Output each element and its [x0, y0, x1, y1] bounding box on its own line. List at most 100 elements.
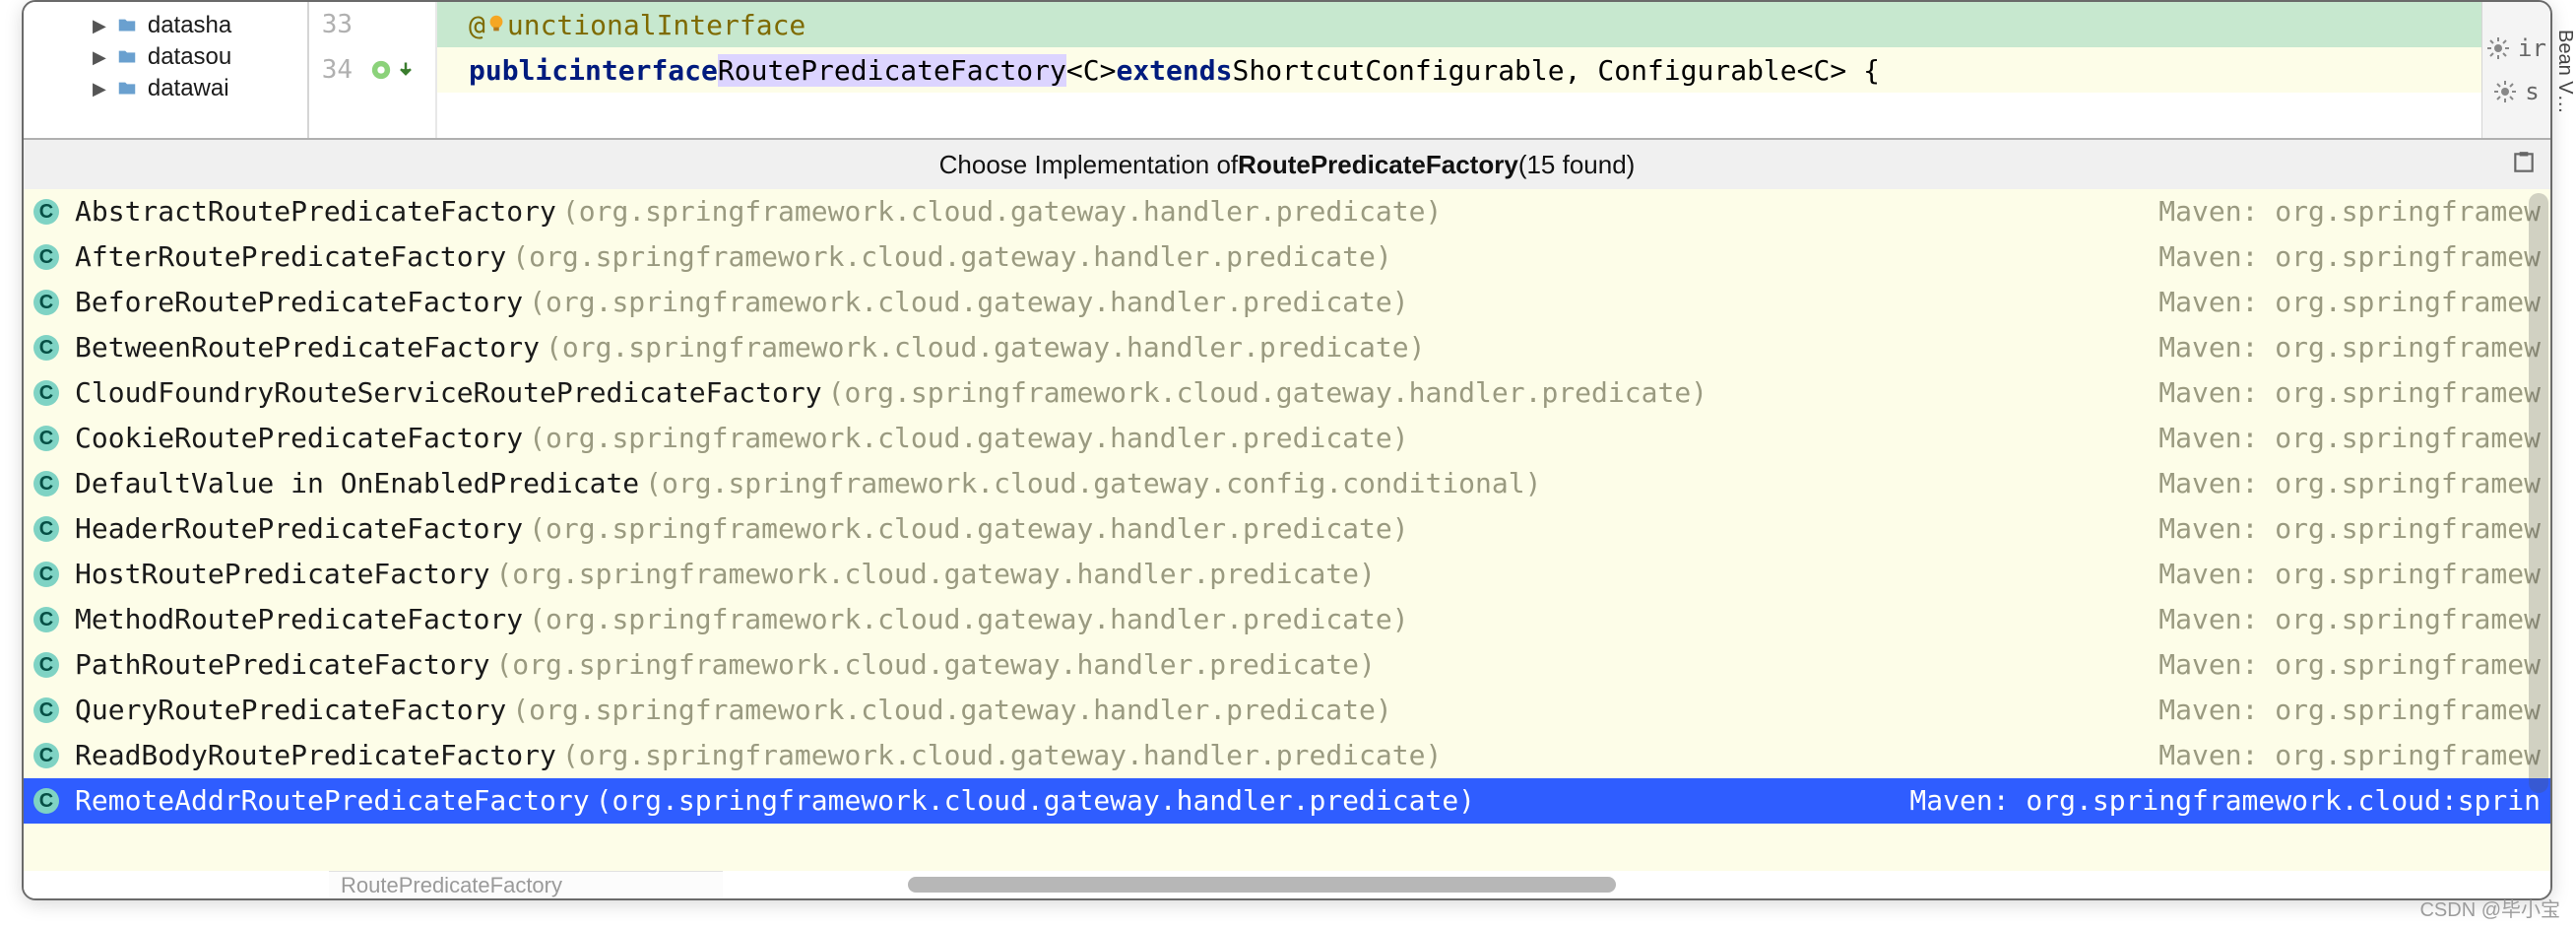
list-item[interactable]: C PathRoutePredicateFactory (org.springfr… [24, 642, 2550, 688]
class-name: HeaderRoutePredicateFactory [75, 506, 523, 552]
package-name: (org.springframework.cloud.gateway.confi… [645, 461, 1541, 506]
class-icon: C [32, 244, 61, 270]
class-icon: C [32, 788, 61, 814]
class-name: PathRoutePredicateFactory [75, 642, 489, 688]
class-icon: C [32, 290, 61, 315]
class-icon: C [32, 199, 61, 225]
code-rest: ShortcutConfigurable, Configurable<C> { [1232, 54, 1879, 87]
line-number: 33 [319, 10, 353, 39]
library-source: Maven: org.springframew [2158, 280, 2541, 325]
library-source: Maven: org.springframew [2158, 688, 2541, 733]
tree-item-label: datawai [148, 75, 229, 102]
editor-inspections-gutter: ir s [2481, 2, 2550, 138]
class-icon: C [32, 743, 61, 768]
project-tree[interactable]: ▶ datasha ▶ datasou ▶ datawai [24, 2, 309, 138]
horizontal-scrollbar-thumb[interactable] [908, 877, 1615, 893]
annotation-at: @ [469, 9, 485, 41]
tree-item[interactable]: ▶ datasha [93, 10, 299, 41]
class-icon: C [32, 607, 61, 632]
type-name: RoutePredicateFactory [718, 54, 1066, 87]
popup-title-suffix: (15 found) [1518, 150, 1636, 180]
class-icon: C [32, 697, 61, 723]
list-item[interactable]: C BeforeRoutePredicateFactory (org.spring… [24, 280, 2550, 325]
line-number: 34 [319, 55, 353, 85]
tree-item[interactable]: ▶ datawai [93, 73, 299, 104]
list-item[interactable]: C MethodRoutePredicateFactory (org.spring… [24, 597, 2550, 642]
tree-item-label: datasou [148, 43, 231, 71]
gutter-run-icon[interactable] [370, 59, 416, 81]
library-source: Maven: org.springframework.cloud:sprin [1909, 778, 2541, 824]
popup-title-prefix: Choose Implementation of [939, 150, 1239, 180]
editor-gutter: 33 34 [309, 2, 437, 138]
class-name: RemoteAddrRoutePredicateFactory [75, 778, 590, 824]
package-name: (org.springframework.cloud.gateway.handl… [529, 597, 1408, 642]
generics: <C> [1066, 54, 1117, 87]
class-name: CloudFoundryRouteServiceRoutePredicateFa… [75, 370, 822, 416]
library-source: Maven: org.springframew [2158, 461, 2541, 506]
breadcrumb[interactable]: RoutePredicateFactory [329, 871, 723, 898]
class-name: MethodRoutePredicateFactory [75, 597, 523, 642]
library-source: Maven: org.springframew [2158, 597, 2541, 642]
package-name: (org.springframework.cloud.gateway.handl… [495, 552, 1375, 597]
class-name: QueryRoutePredicateFactory [75, 688, 506, 733]
list-item[interactable]: CAbstractRoutePredicateFactory (org.spri… [24, 189, 2550, 234]
list-item[interactable]: C QueryRoutePredicateFactory (org.springf… [24, 688, 2550, 733]
gear-icon[interactable]: ir [2486, 34, 2546, 62]
package-name: (org.springframework.cloud.gateway.handl… [495, 642, 1375, 688]
list-item[interactable]: CBetweenRoutePredicateFactory (org.sprin… [24, 325, 2550, 370]
library-source: Maven: org.springframew [2158, 325, 2541, 370]
gear-icon[interactable]: s [2493, 78, 2539, 105]
class-name: BeforeRoutePredicateFactory [75, 280, 523, 325]
implementations-list[interactable]: C AbstractRoutePredicateFactory (org.spri… [24, 189, 2550, 871]
list-item[interactable]: C RemoteAddrRoutePredicateFactory (org.sp… [24, 778, 2550, 824]
library-source: Maven: org.springframew [2158, 642, 2541, 688]
class-icon: C [32, 380, 61, 406]
gutter-label: ir [2518, 34, 2546, 62]
class-name: ReadBodyRoutePredicateFactory [75, 733, 556, 778]
library-source: Maven: org.springframew [2158, 733, 2541, 778]
tree-item[interactable]: ▶ datasou [93, 41, 299, 73]
package-name: (org.springframework.cloud.gateway.handl… [529, 416, 1408, 461]
popup-header: Choose Implementation of RoutePredicateF… [24, 140, 2550, 189]
package-name: (org.springframework.cloud.gateway.handl… [562, 733, 1442, 778]
folder-icon [116, 78, 138, 99]
chevron-right-icon: ▶ [93, 47, 106, 68]
class-icon: C [32, 426, 61, 451]
bulb-icon[interactable] [485, 9, 507, 41]
package-name: (org.springframework.cloud.gateway.handl… [546, 325, 1425, 370]
class-icon: C [32, 652, 61, 678]
class-icon: C [32, 471, 61, 497]
ide-frame: ▶ datasha ▶ datasou ▶ datawai [22, 0, 2552, 900]
chevron-right-icon: ▶ [93, 79, 106, 99]
list-item[interactable]: CHeaderRoutePredicateFactory (org.spring… [24, 506, 2550, 552]
chevron-right-icon: ▶ [93, 16, 106, 36]
list-item[interactable]: CHostRoutePredicateFactory (org.springfr… [24, 552, 2550, 597]
list-item[interactable]: C CloudFoundryRouteServiceRoutePredicateF… [24, 370, 2550, 416]
library-source: Maven: org.springframew [2158, 552, 2541, 597]
package-name: (org.springframework.cloud.gateway.handl… [596, 778, 1475, 824]
class-name: AbstractRoutePredicateFactory [75, 189, 556, 234]
library-source: Maven: org.springframew [2158, 416, 2541, 461]
scrollbar-thumb[interactable] [2529, 193, 2548, 793]
code-line: public interface RoutePredicateFactory<C… [437, 47, 2481, 93]
class-icon: C [32, 562, 61, 587]
list-item[interactable]: C ReadBodyRoutePredicateFactory (org.spri… [24, 733, 2550, 778]
code-line: @unctionalInterface [437, 2, 2481, 47]
package-name: (org.springframework.cloud.gateway.handl… [529, 280, 1408, 325]
list-item[interactable]: CCookieRoutePredicateFactory (org.spring… [24, 416, 2550, 461]
code-editor[interactable]: 33 34 @unctionalInterface public interfa… [309, 2, 2481, 138]
pin-icon[interactable] [2511, 150, 2537, 182]
library-source: Maven: org.springframew [2158, 370, 2541, 416]
library-source: Maven: org.springframew [2158, 506, 2541, 552]
watermark: CSDN @毕小宝 [2419, 894, 2560, 922]
popup-title-bold: RoutePredicateFactory [1238, 150, 1518, 180]
list-item[interactable]: CAfterRoutePredicateFactory (org.springf… [24, 234, 2550, 280]
list-item[interactable]: CDefaultValue in OnEnabledPredicate (org… [24, 461, 2550, 506]
library-source: Maven: org.springframew [2158, 234, 2541, 280]
tool-window-label[interactable]: Bean V… [2548, 30, 2576, 114]
editor-and-tree-strip: ▶ datasha ▶ datasou ▶ datawai [24, 2, 2550, 140]
package-name: (org.springframework.cloud.gateway.handl… [512, 688, 1391, 733]
class-name: AfterRoutePredicateFactory [75, 234, 506, 280]
keyword-interface: interface [568, 54, 718, 87]
folder-icon [116, 46, 138, 68]
